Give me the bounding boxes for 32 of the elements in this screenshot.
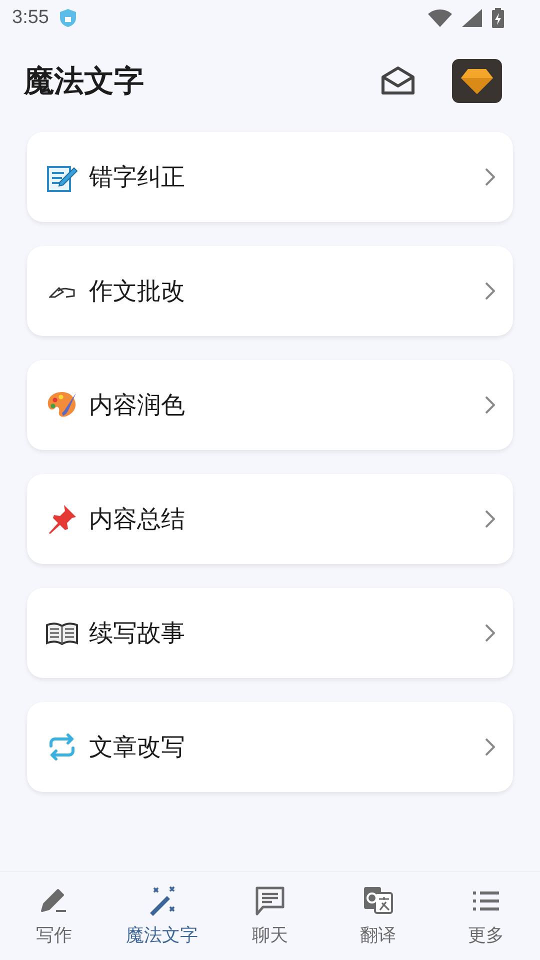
chevron-right-icon bbox=[485, 510, 495, 528]
menu-label: 续写故事 bbox=[89, 618, 186, 649]
translate-icon bbox=[362, 885, 394, 917]
menu-card[interactable]: 内容润色 bbox=[27, 360, 513, 450]
chat-icon bbox=[254, 885, 286, 917]
status-time: 3:55 bbox=[12, 7, 49, 29]
chevron-right-icon bbox=[485, 168, 495, 186]
menu-card[interactable]: 内容总结 bbox=[27, 474, 513, 564]
chevron-right-icon bbox=[485, 738, 495, 756]
chevron-right-icon bbox=[485, 624, 495, 642]
menu-card[interactable]: 续写故事 bbox=[27, 588, 513, 678]
nav-tab[interactable]: 翻译 bbox=[324, 872, 432, 960]
menu-label: 错字纠正 bbox=[89, 162, 186, 193]
nav-tab[interactable]: 聊天 bbox=[216, 872, 324, 960]
battery-icon bbox=[492, 8, 504, 28]
menu-card[interactable]: 作文批改 bbox=[27, 246, 513, 336]
nav-tab[interactable]: 更多 bbox=[432, 872, 540, 960]
mail-icon[interactable] bbox=[380, 65, 416, 97]
menu-label: 文章改写 bbox=[89, 732, 186, 763]
menu-label: 内容润色 bbox=[89, 390, 186, 421]
chevron-right-icon bbox=[485, 282, 495, 300]
menu-label: 作文批改 bbox=[89, 276, 186, 307]
menu-card[interactable]: 错字纠正 bbox=[27, 132, 513, 222]
chevron-right-icon bbox=[485, 396, 495, 414]
signal-icon bbox=[462, 9, 482, 27]
nav-tab[interactable]: 写作 bbox=[0, 872, 108, 960]
shield-lock-icon bbox=[58, 8, 77, 28]
nav-tab[interactable]: 魔法文字 bbox=[108, 872, 216, 960]
wifi-icon bbox=[428, 9, 452, 27]
menu-label: 内容总结 bbox=[89, 504, 186, 535]
menu-card[interactable]: 文章改写 bbox=[27, 702, 513, 792]
page-title: 魔法文字 bbox=[24, 62, 145, 100]
